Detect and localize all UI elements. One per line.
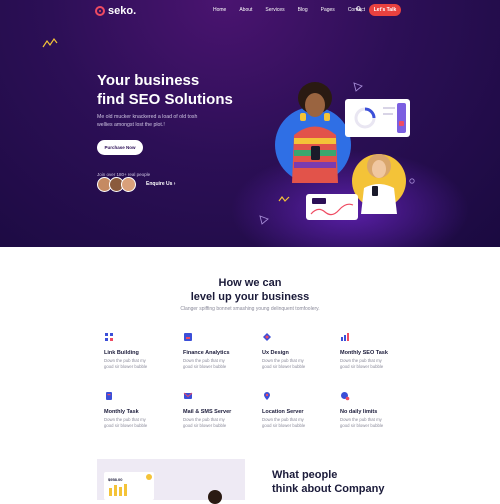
mini-bar	[124, 484, 127, 496]
feature-link-building[interactable]: Link Building Down the pub that my good …	[104, 332, 174, 370]
avatar-group	[97, 177, 136, 192]
squiggle-decoration	[278, 196, 290, 202]
feature-name: Monthly Task	[104, 409, 139, 415]
panel-dot	[146, 474, 152, 480]
feature-monthly-seo-task[interactable]: Monthly SEO Task Down the pub that my go…	[340, 332, 410, 370]
feature-name: Finance Analytics	[183, 350, 230, 356]
lets-talk-button[interactable]: Let's Talk	[369, 4, 401, 16]
person-with-phone-image	[361, 154, 397, 214]
design-icon	[263, 333, 271, 341]
nav-item-pages[interactable]: Pages	[321, 7, 335, 13]
feature-ux-design[interactable]: Ux Design Down the pub that my good sir …	[262, 332, 332, 370]
logo-icon	[95, 6, 105, 16]
services-title: How we can level up your business	[0, 276, 500, 304]
feature-name: No daily limits	[340, 409, 378, 415]
services-title-line2: level up your business	[190, 291, 310, 303]
feature-name: Link Building	[104, 350, 139, 356]
purchase-now-button[interactable]: Purchase Now	[97, 140, 143, 155]
mini-bar	[114, 485, 117, 496]
feature-desc: Down the pub that my good sir blower bub…	[262, 358, 306, 369]
enquire-label: Enquire Us	[146, 181, 173, 187]
mail-icon	[183, 392, 193, 399]
analytics-card	[345, 99, 410, 137]
logo-text: seko.	[108, 5, 137, 17]
nav-menu: Home About Services Blog Pages Contact	[213, 7, 378, 13]
nav-item-blog[interactable]: Blog	[298, 7, 308, 13]
triangle-decoration	[259, 215, 269, 225]
person-with-headphones-image	[292, 82, 338, 183]
feature-desc: Down the pub that my good sir blower bub…	[262, 417, 306, 428]
revenue-value: $958.00	[108, 477, 123, 482]
link-icon	[105, 333, 113, 341]
top-nav: seko. Home About Services Blog Pages Con…	[0, 0, 500, 22]
squiggle-decoration	[42, 37, 58, 48]
card-line	[383, 113, 393, 115]
limits-icon	[341, 392, 350, 401]
feature-finance-analytics[interactable]: Finance Analytics Down the pub that my g…	[183, 332, 253, 370]
location-icon	[264, 392, 270, 400]
nav-item-home[interactable]: Home	[213, 7, 226, 13]
feature-name: Location Server	[262, 409, 304, 415]
enquire-link[interactable]: Enquire Us ›	[146, 181, 175, 187]
card-line	[383, 107, 395, 109]
avatar	[121, 177, 136, 192]
line-chart-card	[306, 194, 358, 220]
analytics-icon	[184, 333, 192, 341]
services-subtitle: Clanger spiffing bonnet smashing young d…	[180, 306, 320, 312]
nav-item-about[interactable]: About	[239, 7, 252, 13]
mini-bar	[119, 487, 122, 496]
testimonials-title: What people think about Company	[272, 468, 384, 496]
feature-name: Ux Design	[262, 350, 289, 356]
hero-subtitle-line2: wellies amongst lost the plot.!	[97, 122, 165, 128]
testimonials-title-line2: think about Company	[272, 483, 385, 495]
mini-bar	[109, 488, 112, 496]
chart-icon	[341, 333, 349, 341]
testimonials-title-line1: What people	[272, 469, 338, 481]
hero-subtitle: Me old mucker knackered a load of old to…	[97, 113, 237, 129]
feature-name: Monthly SEO Task	[340, 350, 388, 356]
feature-desc: Down the pub that my good sir blower bub…	[104, 358, 148, 369]
nav-item-services[interactable]: Services	[265, 7, 284, 13]
dot-decoration	[409, 178, 415, 184]
feature-desc: Down the pub that my good sir blower bub…	[340, 417, 384, 428]
line-chart-icon	[310, 203, 354, 216]
hero-subtitle-line1: Me old mucker knackered a load of old to…	[97, 114, 198, 120]
feature-mail-sms-server[interactable]: Mail & SMS Server Down the pub that my g…	[183, 391, 253, 429]
logo[interactable]: seko.	[95, 5, 136, 17]
feature-monthly-task[interactable]: Monthly Task Down the pub that my good s…	[104, 391, 174, 429]
feature-location-server[interactable]: Location Server Down the pub that my goo…	[262, 391, 332, 429]
hero-title-line2: find SEO Solutions	[97, 91, 233, 108]
hero-title: Your business find SEO Solutions	[97, 71, 233, 109]
feature-desc: Down the pub that my good sir blower bub…	[104, 417, 148, 428]
services-title-line1: How we can	[218, 277, 282, 289]
feature-name: Mail & SMS Server	[183, 409, 232, 415]
hero-section: seko. Home About Services Blog Pages Con…	[0, 0, 500, 247]
arrow-right-icon: ›	[173, 181, 176, 187]
search-icon[interactable]	[356, 6, 362, 12]
phone-widget	[397, 103, 406, 133]
task-icon	[106, 392, 112, 400]
hero-title-line1: Your business	[97, 72, 200, 89]
donut-chart-icon	[354, 107, 376, 129]
person-head-image	[208, 490, 222, 504]
feature-no-daily-limits[interactable]: No daily limits Down the pub that my goo…	[340, 391, 410, 429]
widget-dot	[399, 121, 404, 126]
triangle-decoration	[353, 82, 363, 92]
feature-desc: Down the pub that my good sir blower bub…	[183, 417, 227, 428]
feature-desc: Down the pub that my good sir blower bub…	[183, 358, 227, 369]
feature-desc: Down the pub that my good sir blower bub…	[340, 358, 384, 369]
